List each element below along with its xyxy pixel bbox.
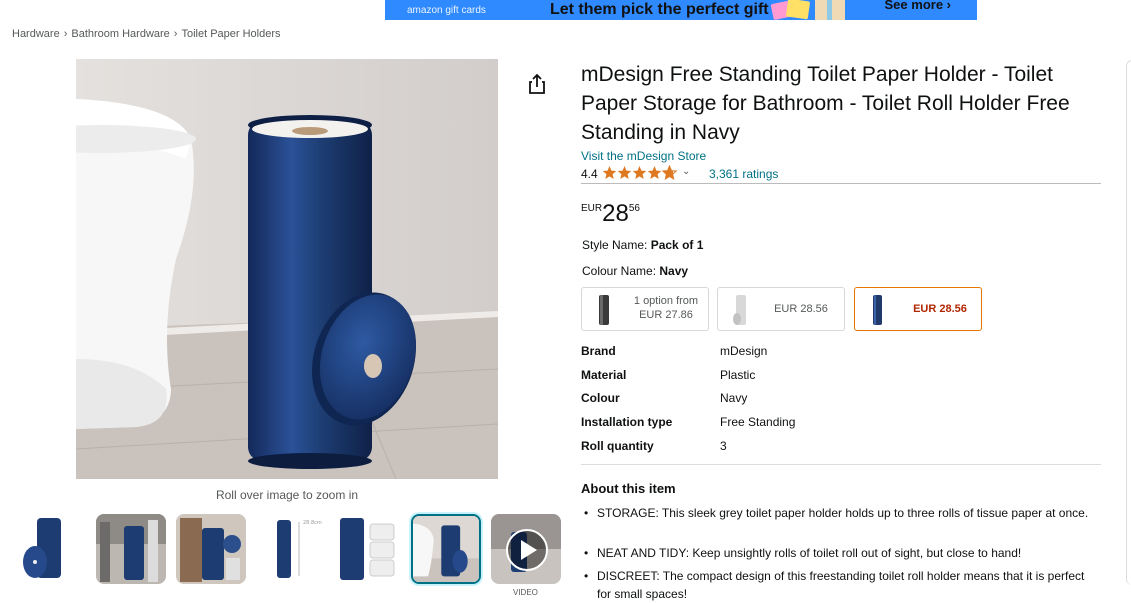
star-rating-icon[interactable]: [602, 164, 680, 184]
breadcrumb: Hardware › Bathroom Hardware › Toilet Paper …: [12, 28, 281, 40]
thumbnail-6-selected[interactable]: [411, 514, 481, 584]
banner-see-more-link[interactable]: See more ›: [885, 0, 951, 12]
rating-row: 4.4 ⌄ 3,361 ratings: [581, 164, 1101, 184]
main-product-image[interactable]: [76, 59, 498, 479]
swatch-image-navy: [873, 295, 882, 325]
spec-row-brand: Brand mDesign: [581, 344, 1101, 368]
thumbnail-2[interactable]: [96, 514, 166, 584]
swatch-option-count: 1 option from: [633, 295, 699, 307]
colour-name-row: Colour Name: Navy: [582, 264, 688, 278]
product-title: mDesign Free Standing Toilet Paper Holde…: [581, 63, 1070, 144]
buy-box-edge: [1126, 60, 1131, 585]
swatch-price-white: EUR 28.56: [774, 303, 828, 315]
spec-key: Brand: [581, 344, 616, 358]
price-fraction: 56: [628, 203, 640, 214]
swatch-price-black: EUR 27.86: [639, 309, 693, 321]
video-label: VIDEO: [513, 588, 538, 597]
spec-value: mDesign: [720, 344, 768, 358]
breadcrumb-separator: ›: [63, 28, 68, 40]
breadcrumb-bathroom-hardware[interactable]: Bathroom Hardware: [71, 28, 169, 40]
spec-value: Plastic: [720, 367, 756, 382]
spec-key: Material: [581, 367, 627, 382]
about-bullet-2: NEAT AND TIDY: Keep unsightly rolls of t…: [581, 544, 1101, 562]
style-value: Pack of 1: [650, 238, 704, 252]
breadcrumb-hardware[interactable]: Hardware: [12, 28, 60, 40]
swatch-image-black: [599, 295, 609, 325]
spec-row-colour: Colour Navy: [581, 391, 1101, 415]
thumbnail-4[interactable]: 28.8cm: [255, 514, 325, 584]
thumbnail-strip: 28.8cm VIDEO: [13, 514, 563, 597]
ratings-count-link[interactable]: 3,361 ratings: [709, 167, 778, 181]
gift-cards-image: [770, 0, 845, 20]
chevron-down-icon[interactable]: ⌄: [682, 166, 690, 177]
banner-headline: Let them pick the perfect gift: [549, 1, 769, 18]
spec-value: 3: [720, 438, 727, 453]
about-bullet-1: STORAGE: This sleek grey toilet paper ho…: [581, 504, 1101, 522]
spec-row-material: Material Plastic: [581, 368, 1101, 392]
colour-swatch-black[interactable]: 1 option from EUR 27.86: [581, 287, 709, 331]
banner-brand-text: amazon gift cards: [407, 4, 486, 16]
colour-swatch-navy-selected[interactable]: EUR 28.56: [854, 287, 982, 331]
breadcrumb-separator: ›: [173, 28, 178, 40]
colour-swatch-white[interactable]: EUR 28.56: [717, 287, 845, 331]
store-link[interactable]: Visit the mDesign Store: [581, 149, 706, 163]
thumbnail-video[interactable]: [491, 514, 561, 584]
spec-value: Free Standing: [720, 415, 796, 430]
swatch-image-white: [733, 295, 746, 325]
thumbnail-5[interactable]: [334, 514, 404, 584]
style-label: Style Name:: [582, 238, 648, 252]
rating-value: 4.4: [581, 167, 598, 181]
spec-row-roll-quantity: Roll quantity 3: [581, 439, 1101, 463]
thumbnail-1[interactable]: [13, 514, 83, 584]
share-icon[interactable]: [527, 73, 547, 95]
promo-banner[interactable]: amazon gift cards Let them pick the perf…: [385, 0, 977, 20]
colour-label: Colour Name:: [582, 264, 657, 278]
zoom-hint: Roll over image to zoom in: [215, 488, 359, 502]
price: EUR2856: [581, 200, 640, 228]
spec-key: Installation type: [581, 415, 673, 430]
about-heading: About this item: [581, 481, 676, 496]
product-specs-table: Brand mDesign Material Plastic Colour Navy …: [581, 344, 1101, 462]
price-whole: 28: [602, 200, 629, 227]
style-name-row: Style Name: Pack of 1: [582, 238, 703, 252]
colour-value: Navy: [659, 264, 689, 278]
spec-key: Roll quantity: [581, 438, 654, 453]
about-bullet-3: DISCREET: The compact design of this fre…: [581, 567, 1101, 603]
section-divider: [581, 464, 1101, 465]
price-currency: EUR: [581, 203, 603, 214]
thumbnail-3[interactable]: [176, 514, 246, 584]
swatch-price-navy: EUR 28.56: [913, 303, 967, 315]
spec-key: Colour: [581, 391, 620, 406]
spec-value: Navy: [720, 391, 748, 406]
svg-text:28.8cm: 28.8cm: [303, 520, 322, 526]
breadcrumb-toilet-paper-holders[interactable]: Toilet Paper Holders: [181, 28, 280, 40]
spec-row-installation: Installation type Free Standing: [581, 415, 1101, 439]
